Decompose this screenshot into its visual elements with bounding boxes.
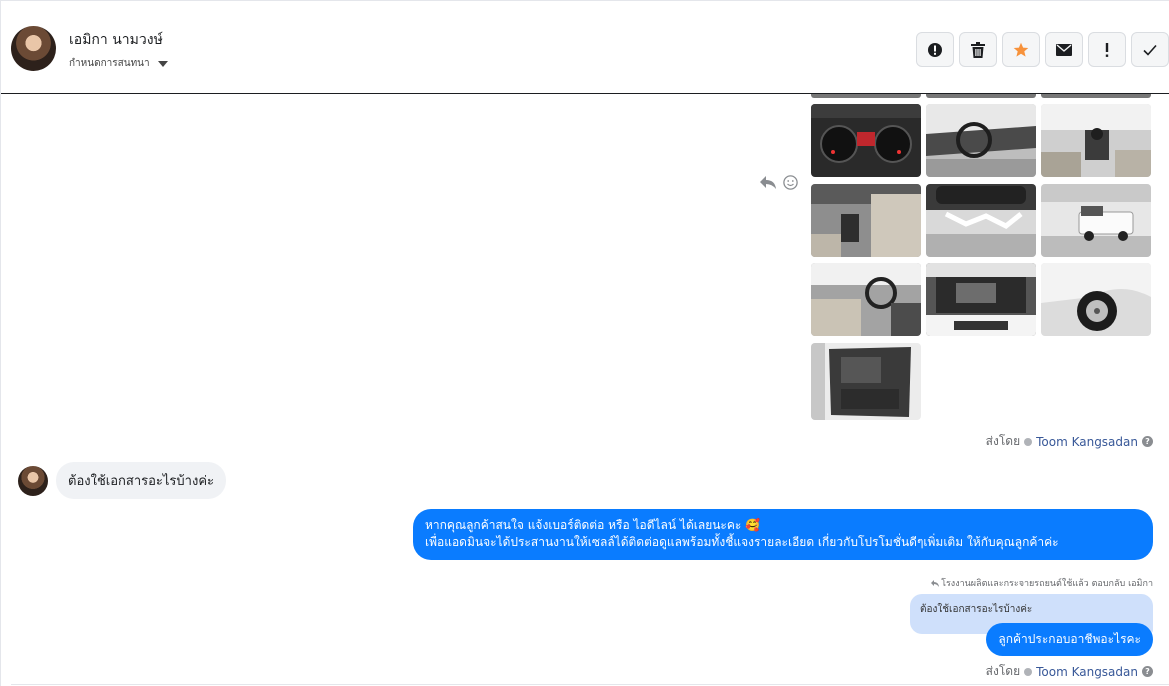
photo-white-pickup-exterior[interactable] — [1041, 184, 1151, 257]
agent-status-icon — [1024, 437, 1033, 446]
conversation-header: เอมิกา นามวงษ์ กำหนดการสนทนา — [1, 1, 1169, 94]
agent-status-icon — [1024, 667, 1033, 676]
customer-avatar[interactable] — [18, 466, 48, 496]
check-icon — [1143, 44, 1157, 56]
photo-partial[interactable] — [926, 94, 1036, 98]
sent-by-label: ส่งโดย — [985, 664, 1021, 678]
contact-avatar[interactable] — [11, 26, 56, 71]
sent-by-info: ส่งโดย Toom Kangsadan ? — [986, 662, 1153, 681]
incoming-message-bubble[interactable]: ต้องใช้เอกสารอะไรบ้างค่ะ — [56, 462, 226, 499]
reply-context: โรงงานผลิตและกระจายรถยนต์ใช้แล้ว ตอบกลับ… — [931, 576, 1153, 590]
outgoing-message-bubble[interactable]: หากคุณลูกค้าสนใจ แจ้งเบอร์ติดต่อ หรือ ไอ… — [413, 509, 1153, 560]
photo-dashboard-steering[interactable] — [926, 104, 1036, 177]
help-icon[interactable]: ? — [1142, 436, 1153, 447]
message-hover-tools — [759, 175, 798, 190]
reply-arrow-icon — [931, 579, 940, 587]
mark-done-button[interactable] — [1131, 32, 1169, 67]
outgoing-message-bubble[interactable]: ลูกค้าประกอบอาชีพอะไรคะ — [986, 623, 1153, 657]
assign-conversation-dropdown[interactable]: กำหนดการสนทนา — [69, 56, 168, 71]
star-button[interactable] — [1002, 32, 1040, 67]
photo-gear-shift[interactable] — [1041, 104, 1151, 177]
sent-by-agent-name[interactable]: Toom Kangsadan — [1036, 435, 1138, 449]
composer-divider — [11, 684, 1169, 685]
sent-by-info: ส่งโดย Toom Kangsadan ? — [986, 432, 1153, 451]
caret-down-icon — [157, 60, 168, 67]
message-line: เพื่อแอดมินจะได้ประสานงานให้เซลล์ได้ติดต… — [425, 535, 1059, 550]
star-icon — [1013, 42, 1029, 57]
photo-instrument-cluster[interactable] — [811, 104, 921, 177]
photo-engine-bay[interactable] — [926, 263, 1036, 336]
photo-partial[interactable] — [1041, 94, 1151, 98]
follow-up-button[interactable] — [1088, 32, 1126, 67]
sent-by-label: ส่งโดย — [985, 434, 1021, 448]
photo-gear-seat[interactable] — [811, 184, 921, 257]
assign-conversation-label: กำหนดการสนทนา — [69, 58, 150, 69]
mark-unread-button[interactable] — [1045, 32, 1083, 67]
reply-icon[interactable] — [759, 175, 777, 190]
help-icon[interactable]: ? — [1142, 666, 1153, 677]
message-line: หากคุณลูกค้าสนใจ แจ้งเบอร์ติดต่อ หรือ ไอ… — [425, 518, 761, 532]
alert-circle-icon — [928, 42, 942, 57]
exclamation-icon — [1105, 42, 1109, 57]
photo-underbody[interactable] — [926, 184, 1036, 257]
reply-context-text: โรงงานผลิตและกระจายรถยนต์ใช้แล้ว ตอบกลับ… — [941, 579, 1153, 589]
envelope-icon — [1056, 43, 1072, 56]
header-actions — [916, 32, 1169, 67]
photo-wheel[interactable] — [1041, 263, 1151, 336]
trash-icon — [971, 41, 985, 58]
photo-cabin-interior[interactable] — [811, 263, 921, 336]
photo-partial[interactable] — [811, 94, 921, 98]
photo-door-panel[interactable] — [811, 343, 921, 420]
emoji-icon[interactable] — [783, 175, 798, 190]
conversation-window: เอมิกา นามวงษ์ กำหนดการสนทนา ส่งโดย Toom… — [0, 0, 1169, 686]
mark-spam-button[interactable] — [916, 32, 954, 67]
delete-button[interactable] — [959, 32, 997, 67]
sent-by-agent-name[interactable]: Toom Kangsadan — [1036, 665, 1138, 679]
contact-name[interactable]: เอมิกา นามวงษ์ — [69, 29, 163, 51]
